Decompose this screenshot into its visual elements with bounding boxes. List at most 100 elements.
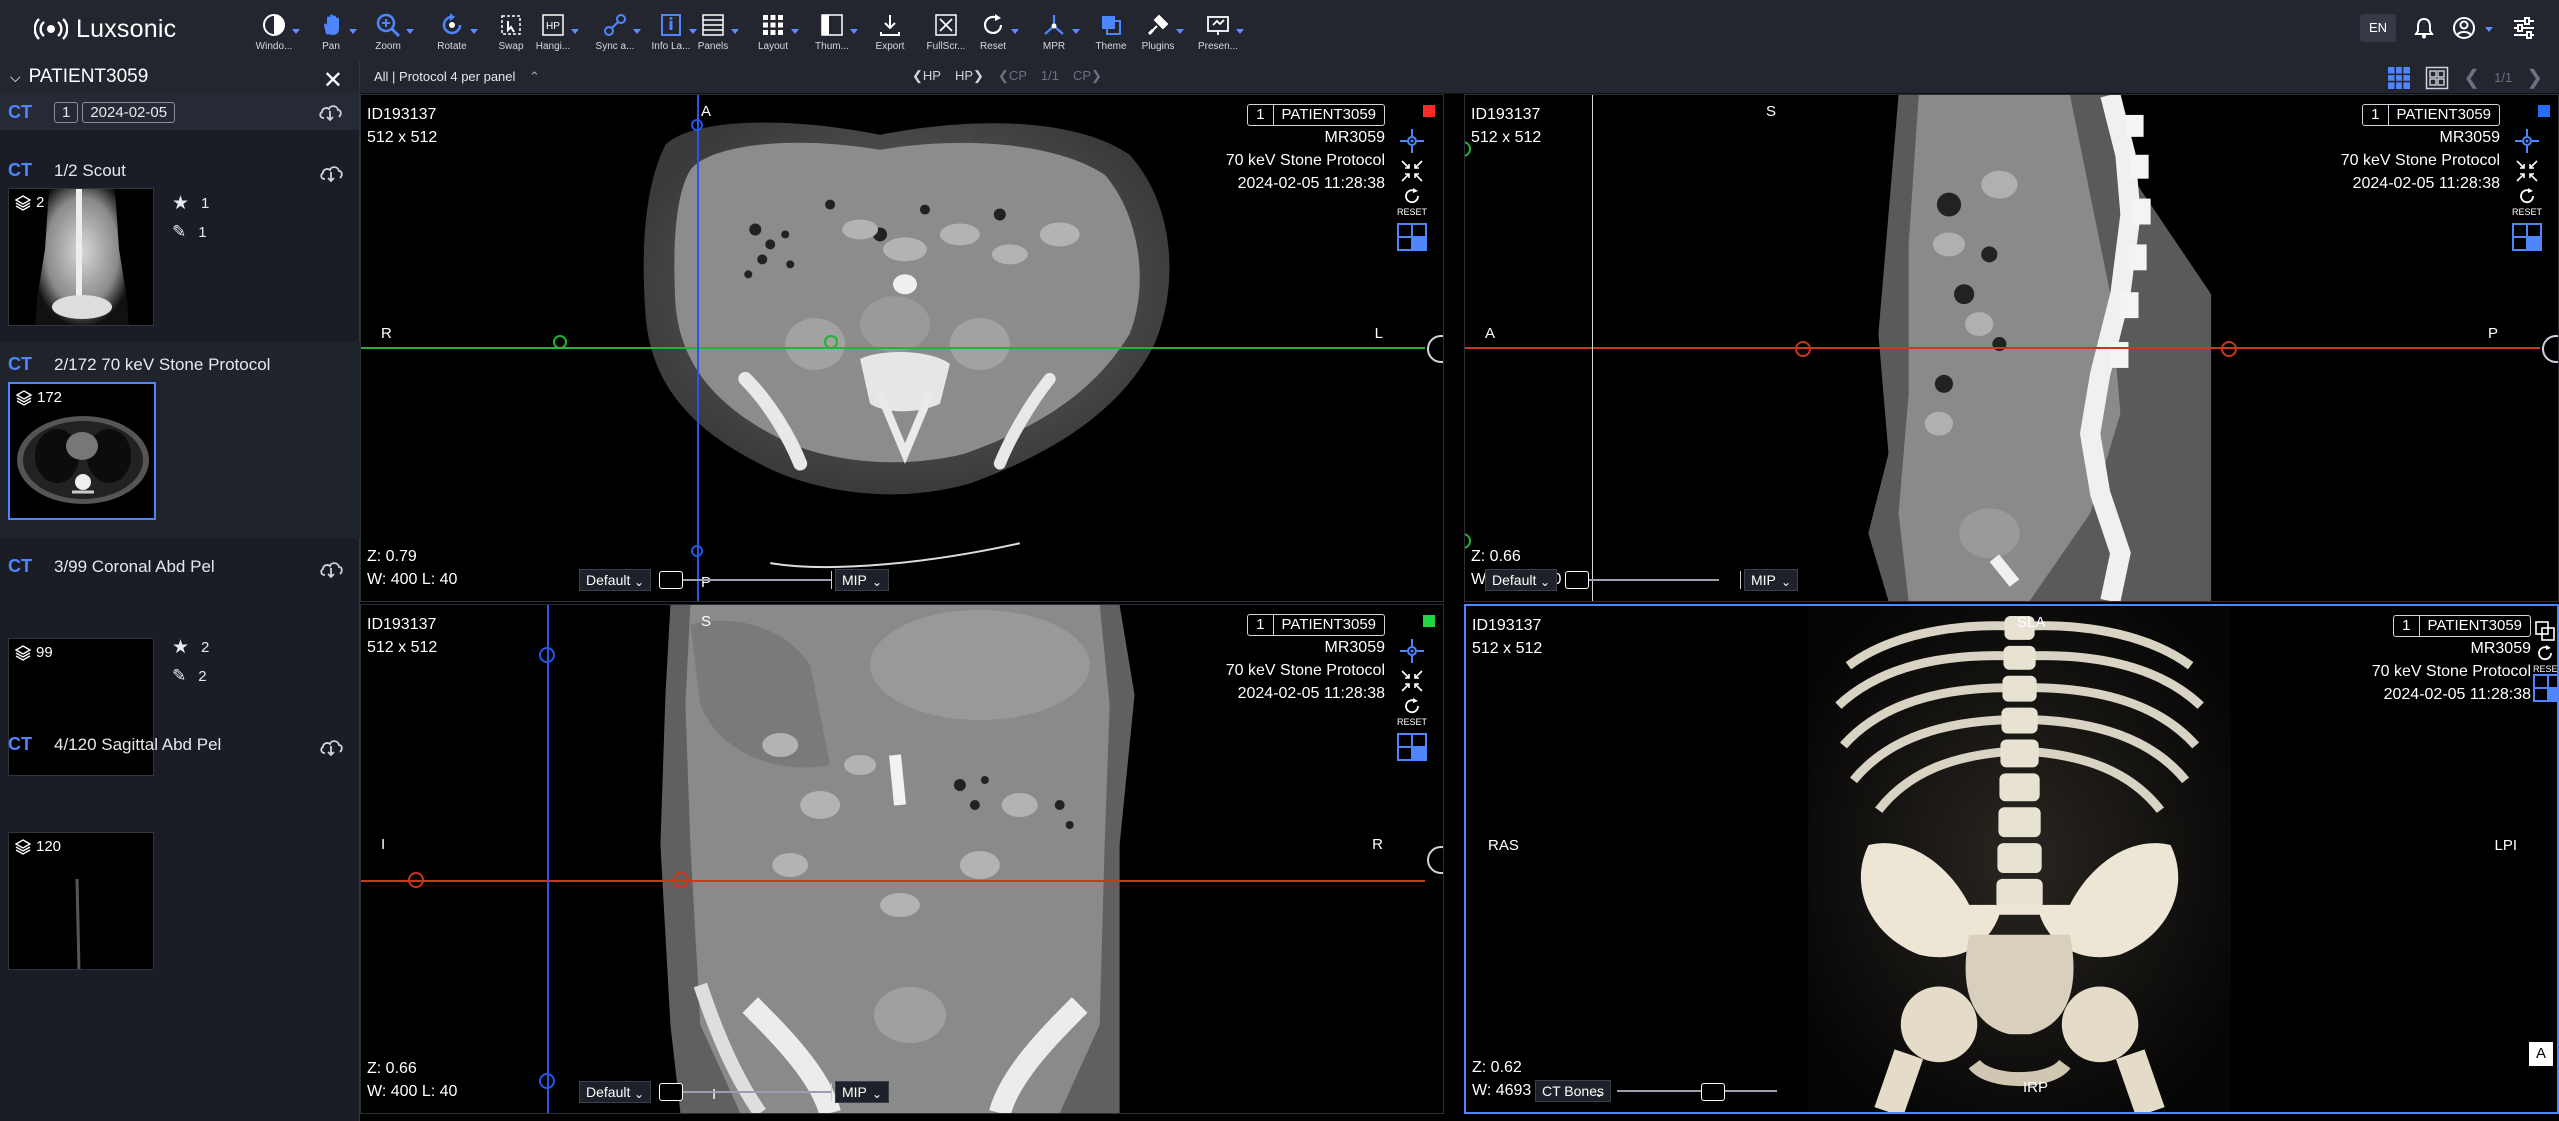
shrink-icon[interactable] [1397, 157, 1427, 187]
reset-view-button[interactable]: RESET [1397, 187, 1427, 217]
patient-header[interactable]: ⌵ PATIENT3059 ✕ [0, 60, 359, 94]
cloud-download-icon[interactable] [318, 556, 344, 582]
chevron-down-icon[interactable]: ⌵ [10, 69, 21, 86]
reset-view-button[interactable]: RESET [2512, 187, 2542, 217]
cloud-download-icon[interactable] [318, 734, 344, 760]
viewport-layout-icon[interactable] [1396, 733, 1427, 763]
reset-tool-button[interactable]: Reset [965, 12, 1021, 56]
thumbnails-tool-button[interactable]: Thum... [804, 12, 860, 56]
viewport-2[interactable]: ID193137 512 x 512 1 PATIENT3059 MR3059 70 ke… [1464, 94, 2559, 602]
crosshair-node-icon[interactable] [673, 872, 689, 888]
render-mode-dropdown[interactable]: MIP ⌄ [1744, 569, 1798, 591]
slice-slider-track[interactable] [1589, 579, 1719, 581]
protocol-selector[interactable]: All | Protocol 4 per panel ⌃ [374, 69, 540, 85]
shrink-icon[interactable] [1397, 667, 1427, 697]
dropdown-caret-icon[interactable] [292, 29, 300, 34]
opacity-slider-handle[interactable] [1701, 1083, 1725, 1101]
crosshair-horizontal-line[interactable] [361, 880, 1425, 882]
dropdown-caret-icon[interactable] [850, 29, 858, 34]
crosshair-horizontal-line[interactable] [361, 347, 1425, 349]
dropdown-caret-icon[interactable] [1176, 29, 1184, 34]
crosshair-node-icon[interactable] [691, 119, 703, 131]
export-tool-button[interactable]: Export [862, 12, 918, 56]
preset-dropdown[interactable]: Default ⌄ [579, 1081, 651, 1103]
series-thumbnail[interactable]: 120 [8, 832, 154, 970]
account-caret-icon[interactable] [2484, 26, 2494, 34]
crosshair-eye-icon[interactable] [1397, 637, 1427, 667]
series-item-stone-protocol[interactable]: CT 2/172 70 keV Stone Protocol 172 [0, 342, 360, 538]
hanging-protocol-tool-button[interactable]: HP Hangi... [525, 12, 581, 56]
dropdown-caret-icon[interactable] [470, 29, 478, 34]
slice-slider-handle[interactable] [659, 1083, 683, 1101]
crosshair-node-icon[interactable] [1795, 341, 1811, 357]
next-hanging-protocol-button[interactable]: HP❯ [955, 68, 984, 84]
close-icon[interactable]: ✕ [323, 66, 343, 95]
crosshair-node-icon[interactable] [824, 335, 838, 349]
series-item-scout[interactable]: CT 1/2 Scout 2 ★ 1 ✎ 1 [0, 152, 360, 342]
cloud-download-icon[interactable] [318, 160, 344, 186]
shrink-icon[interactable] [2512, 157, 2542, 187]
reset-view-button[interactable]: RESET [1397, 697, 1427, 727]
plugins-tool-button[interactable]: Plugins [1130, 12, 1186, 56]
user-account-icon[interactable] [2450, 14, 2478, 42]
view-orientation-cube[interactable]: A [2529, 1042, 2553, 1066]
layout-tool-button[interactable]: Layout [745, 12, 801, 56]
viewport-3[interactable]: ID193137 512 x 512 1 PATIENT3059 MR3059 70 ke… [360, 604, 1444, 1114]
opacity-slider-track[interactable] [1617, 1090, 1777, 1092]
viewport-4[interactable]: ID193137 512 x 512 1 PATIENT3059 MR3059 70 ke… [1464, 604, 2559, 1114]
next-page-chevron-icon[interactable]: ❯ [2526, 65, 2543, 90]
grid-layout-icon[interactable] [2387, 66, 2411, 90]
next-comparison-button[interactable]: CP❯ [1073, 68, 1102, 84]
dropdown-caret-icon[interactable] [791, 29, 799, 34]
volume-preset-dropdown[interactable]: CT Bones ⌄ [1535, 1080, 1611, 1102]
series-item-sagittal[interactable]: CT 4/120 Sagittal Abd Pel 120 [0, 728, 360, 970]
sync-tool-button[interactable]: Sync a... [587, 12, 643, 56]
pan-tool-button[interactable]: Pan [303, 12, 359, 56]
crosshair-vertical-line[interactable] [547, 605, 549, 1113]
dropdown-caret-icon[interactable] [633, 29, 641, 34]
crosshair-node-icon[interactable] [2221, 341, 2237, 357]
crosshair-vertical-line[interactable] [1464, 95, 1465, 602]
dropdown-caret-icon[interactable] [731, 29, 739, 34]
crosshair-vertical-line[interactable] [697, 95, 699, 601]
series-layout-icon[interactable] [2425, 66, 2449, 90]
rotate-tool-button[interactable]: Rotate [424, 12, 480, 56]
slice-slider-track[interactable] [683, 579, 831, 581]
panels-tool-button[interactable]: Panels [685, 12, 741, 56]
crosshair-node-icon[interactable] [691, 545, 703, 557]
crosshair-node-icon[interactable] [539, 1073, 555, 1089]
crosshair-node-icon[interactable] [553, 335, 567, 349]
render-mode-dropdown[interactable]: MIP ⌄ [835, 569, 889, 591]
series-thumbnail-active[interactable]: 172 [8, 382, 156, 520]
slice-slider-track[interactable] [683, 1091, 831, 1093]
expand-viewport-icon[interactable] [2533, 620, 2557, 644]
language-selector[interactable]: EN [2360, 14, 2396, 42]
previous-page-chevron-icon[interactable]: ❮ [2463, 65, 2480, 90]
preset-dropdown[interactable]: Default ⌄ [579, 569, 651, 591]
crosshair-eye-icon[interactable] [1397, 127, 1427, 157]
dropdown-caret-icon[interactable] [406, 29, 414, 34]
reset-view-button[interactable]: RESET [2533, 644, 2557, 674]
dropdown-caret-icon[interactable] [1011, 29, 1019, 34]
crosshair-node-icon[interactable] [408, 872, 424, 888]
dropdown-caret-icon[interactable] [349, 29, 357, 34]
app-logo[interactable]: Luxsonic [34, 12, 176, 46]
zoom-tool-button[interactable]: Zoom [360, 12, 416, 56]
previous-comparison-button[interactable]: ❮CP [998, 68, 1027, 84]
viewport-layout-icon[interactable] [2533, 674, 2557, 704]
window-level-tool-button[interactable]: Windo... [246, 12, 302, 56]
slice-slider-handle[interactable] [1565, 571, 1589, 589]
previous-hanging-protocol-button[interactable]: ❮HP [912, 68, 941, 84]
viewport-layout-icon[interactable] [2511, 223, 2542, 253]
viewport-1[interactable]: ID193137 512 x 512 1 PATIENT3059 MR3059 70 ke… [360, 94, 1444, 602]
notification-bell-icon[interactable] [2410, 14, 2438, 42]
study-row[interactable]: CT 1 2024-02-05 [0, 94, 359, 130]
viewport-layout-icon[interactable] [1396, 223, 1427, 253]
series-thumbnail[interactable]: 2 [8, 188, 154, 326]
dropdown-caret-icon[interactable] [571, 29, 579, 34]
preset-dropdown[interactable]: Default ⌄ [1485, 569, 1557, 591]
settings-sliders-icon[interactable] [2510, 14, 2538, 42]
slice-slider-handle[interactable] [659, 571, 683, 589]
dropdown-caret-icon[interactable] [1072, 29, 1080, 34]
mpr-tool-button[interactable]: MPR [1026, 12, 1082, 56]
